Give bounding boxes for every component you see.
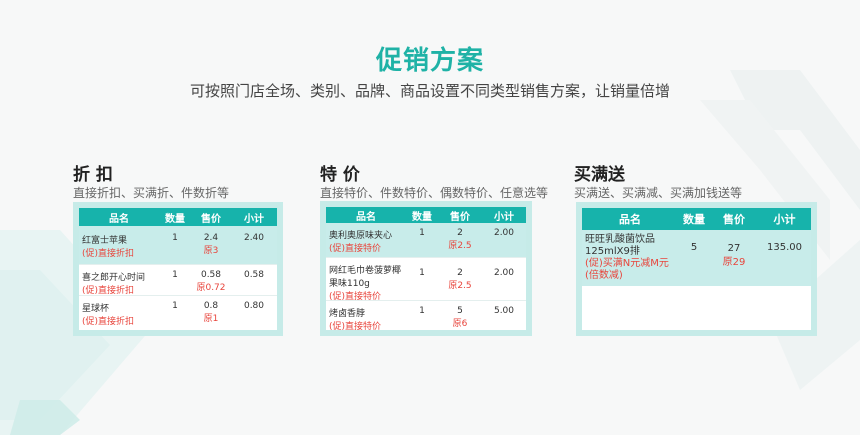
original-price: 原2.5 (448, 281, 472, 291)
original-price: 原2.5 (448, 241, 472, 251)
col-qty: 数量 (165, 213, 185, 225)
original-price: 原6 (452, 319, 468, 329)
item-name: 烤卤香脖 (329, 309, 366, 319)
item-subtotal: 2.40 (243, 233, 265, 243)
col-qty: 数量 (683, 213, 705, 226)
section-description: 直接特价、件数特价、偶数特价、任意选等 (320, 186, 549, 200)
table-row[interactable]: 烤卤香脖 (促)直接特价 1 5 原6 5.00 (326, 301, 526, 330)
item-subtotal: 0.58 (243, 270, 265, 280)
item-name: 网红毛巾卷菠萝椰果味110g (329, 266, 402, 289)
original-price: 原29 (722, 257, 746, 268)
item-qty: 1 (172, 270, 178, 280)
item-qty: 1 (419, 268, 425, 278)
table-row[interactable]: 奥利奥原味夹心 (促)直接特价 1 2 原2.5 2.00 (326, 223, 526, 258)
col-name: 品名 (109, 213, 129, 225)
section-description: 买满送、买满减、买满加钱送等 (574, 186, 743, 200)
buy-full-gift-receipt-card: 品名 数量 售价 小计 旺旺乳酸菌饮品125mlX9排 (促)买满N元减M元(倍… (576, 202, 817, 336)
original-price: 原0.72 (196, 283, 226, 293)
section-buy-full-gift: 买满送 买满送、买满减、买满加钱送等 (574, 160, 789, 201)
special-price-receipt-card: 品名 数量 售价 小计 奥利奥原味夹心 (促)直接特价 1 2 原2.5 2.0… (320, 201, 532, 336)
item-subtotal: 5.00 (493, 306, 515, 316)
item-qty: 1 (419, 228, 425, 238)
col-subtotal: 小计 (773, 213, 796, 226)
promo-label: (促)直接特价 (329, 322, 382, 330)
item-price: 2.4 (203, 233, 219, 243)
item-price: 5 (457, 306, 463, 316)
table-row[interactable]: 星球杯 (促)直接折扣 1 0.8 原1 0.80 (79, 296, 277, 328)
item-qty: 1 (172, 233, 178, 243)
item-subtotal: 2.00 (493, 228, 515, 238)
col-price: 售价 (450, 211, 470, 223)
col-subtotal: 小计 (244, 213, 264, 225)
col-qty: 数量 (412, 211, 432, 223)
promo-label: (促)直接折扣 (82, 249, 135, 259)
original-price: 原1 (203, 314, 219, 324)
item-subtotal: 0.80 (243, 301, 265, 311)
table-row[interactable]: 网红毛巾卷菠萝椰果味110g (促)直接特价 1 2 原2.5 2.00 (326, 258, 526, 302)
promo-label: (促)直接折扣 (82, 317, 135, 327)
section-title: 买满送 (574, 165, 625, 185)
section-title: 特 价 (320, 165, 360, 185)
item-subtotal: 135.00 (767, 242, 802, 253)
item-price: 27 (727, 243, 741, 254)
promo-label: (促)直接特价 (329, 244, 382, 254)
item-name: 红富士苹果 (82, 236, 128, 246)
table-header: 品名 数量 售价 小计 (582, 208, 811, 230)
section-title: 折 扣 (73, 165, 113, 185)
item-price: 2 (457, 268, 463, 278)
col-subtotal: 小计 (494, 211, 514, 223)
item-name: 喜之郎开心时间 (82, 273, 146, 283)
col-price: 售价 (723, 213, 745, 226)
col-price: 售价 (201, 213, 221, 225)
col-name: 品名 (619, 213, 641, 226)
item-price: 0.58 (200, 270, 222, 280)
item-name: 星球杯 (82, 304, 110, 314)
item-name: 旺旺乳酸菌饮品125mlX9排 (585, 234, 655, 257)
discount-receipt-card: 品名 数量 售价 小计 红富士苹果 (促)直接折扣 1 2.4 原3 2.40 … (73, 202, 283, 336)
item-qty: 1 (172, 301, 178, 311)
table-header: 品名 数量 售价 小计 (326, 207, 526, 223)
item-subtotal: 2.00 (493, 268, 515, 278)
item-price: 0.8 (203, 301, 219, 311)
item-qty: 1 (419, 306, 425, 316)
section-special-price: 特 价 直接特价、件数特价、偶数特价、任意选等 (320, 160, 549, 201)
original-price: 原3 (203, 246, 219, 256)
promo-label: (促)买满N元减M元(倍数减) (585, 258, 669, 281)
promo-label: (促)直接折扣 (82, 286, 135, 296)
table-row[interactable]: 红富士苹果 (促)直接折扣 1 2.4 原3 2.40 (79, 226, 277, 265)
section-discount: 折 扣 直接折扣、买满折、件数折等 (73, 160, 288, 201)
table-row[interactable]: 喜之郎开心时间 (促)直接折扣 1 0.58 原0.72 0.58 (79, 265, 277, 296)
item-qty: 5 (690, 242, 698, 253)
item-name: 奥利奥原味夹心 (329, 231, 393, 241)
col-name: 品名 (356, 211, 376, 223)
item-price: 2 (457, 228, 463, 238)
page-subtitle: 可按照门店全场、类别、品牌、商品设置不同类型销售方案，让销量倍增 (189, 82, 670, 100)
page-title: 促销方案 (375, 46, 484, 76)
section-description: 直接折扣、买满折、件数折等 (73, 186, 230, 200)
table-header: 品名 数量 售价 小计 (79, 208, 277, 226)
table-row[interactable]: 旺旺乳酸菌饮品125mlX9排 (促)买满N元减M元(倍数减) 5 27 原29… (582, 230, 811, 286)
